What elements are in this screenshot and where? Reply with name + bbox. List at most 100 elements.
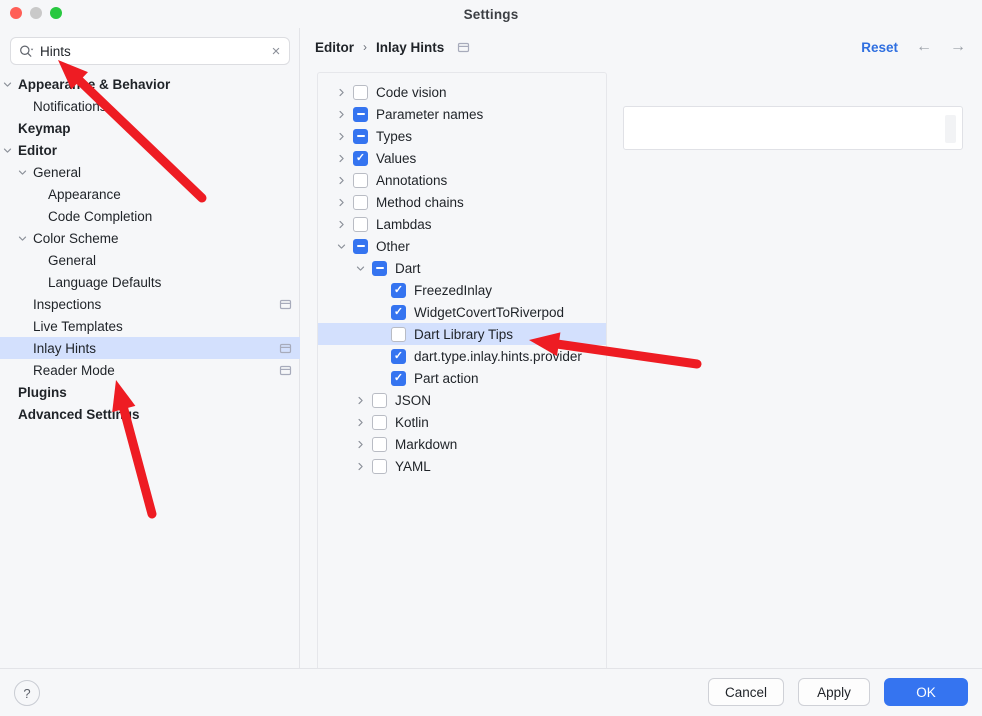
option-row-widgetcoverttoriverpod[interactable]: ✓WidgetCovertToRiverpod [318,301,606,323]
sidebar-item-general[interactable]: General [0,161,300,183]
sidebar-item-live-templates[interactable]: Live Templates [0,315,300,337]
chevron-right-icon[interactable] [353,411,367,433]
sidebar-item-general[interactable]: General [0,249,300,271]
chevron-right-icon[interactable] [334,213,348,235]
ok-button[interactable]: OK [884,678,968,706]
checkbox-off[interactable] [391,327,406,342]
cancel-button[interactable]: Cancel [708,678,784,706]
option-label: Other [376,239,410,254]
option-row-annotations[interactable]: Annotations [318,169,606,191]
chevron-down-icon[interactable] [15,161,29,183]
option-row-json[interactable]: JSON [318,389,606,411]
sidebar-item-editor[interactable]: Editor [0,139,300,161]
copy-settings-icon[interactable] [457,41,470,54]
chevron-right-icon[interactable] [334,103,348,125]
option-row-lambdas[interactable]: Lambdas [318,213,606,235]
option-row-dart[interactable]: Dart [318,257,606,279]
option-row-yaml[interactable]: YAML [318,455,606,477]
settings-category-tree: Appearance & BehaviorNotificationsKeymap… [0,73,300,425]
checkbox-off[interactable] [372,459,387,474]
close-window-button[interactable] [10,7,22,19]
checkbox-on[interactable]: ✓ [391,349,406,364]
forward-arrow-icon[interactable]: → [950,39,966,55]
checkbox-off[interactable] [372,393,387,408]
copy-settings-icon[interactable] [279,342,292,355]
checkbox-off[interactable] [353,217,368,232]
option-row-kotlin[interactable]: Kotlin [318,411,606,433]
checkbox-on[interactable]: ✓ [391,371,406,386]
search-field-wrapper[interactable]: × [10,37,290,65]
option-row-markdown[interactable]: Markdown [318,433,606,455]
copy-settings-icon[interactable] [279,298,292,311]
chevron-down-icon[interactable] [15,227,29,249]
option-row-part-action[interactable]: ✓Part action [318,367,606,389]
minimize-window-button[interactable] [30,7,42,19]
checkbox-ind[interactable] [353,107,368,122]
sidebar-item-appearance[interactable]: Appearance [0,183,300,205]
option-row-types[interactable]: Types [318,125,606,147]
chevron-down-icon[interactable] [0,139,14,161]
chevron-right-icon[interactable] [353,455,367,477]
checkbox-off[interactable] [372,437,387,452]
chevron-down-icon[interactable] [353,257,367,279]
sidebar-item-reader-mode[interactable]: Reader Mode [0,359,300,381]
zoom-window-button[interactable] [50,7,62,19]
preview-pane[interactable] [623,106,963,150]
option-label: FreezedInlay [414,283,492,298]
chevron-right-icon[interactable] [353,389,367,411]
breadcrumb: Editor › Inlay Hints [315,40,470,55]
checkbox-on[interactable]: ✓ [353,151,368,166]
sidebar-item-inlay-hints[interactable]: Inlay Hints [0,337,300,359]
checkbox-on[interactable]: ✓ [391,283,406,298]
sidebar-item-inspections[interactable]: Inspections [0,293,300,315]
window-title: Settings [464,7,519,22]
chevron-right-icon[interactable] [334,125,348,147]
option-row-dart-type-inlay-hints-provider[interactable]: ✓dart.type.inlay.hints.provider [318,345,606,367]
preview-scrollbar-thumb[interactable] [945,115,956,143]
copy-settings-icon[interactable] [279,364,292,377]
sidebar-item-code-completion[interactable]: Code Completion [0,205,300,227]
chevron-right-icon[interactable] [334,147,348,169]
chevron-right-icon[interactable] [353,433,367,455]
sidebar-item-notifications[interactable]: Notifications [0,95,300,117]
option-row-dart-library-tips[interactable]: Dart Library Tips [318,323,606,345]
sidebar-item-color-scheme[interactable]: Color Scheme [0,227,300,249]
sidebar-item-advanced-settings[interactable]: Advanced Settings [0,403,300,425]
option-row-method-chains[interactable]: Method chains [318,191,606,213]
checkbox-off[interactable] [372,415,387,430]
chevron-down-icon[interactable] [0,73,14,95]
option-row-code-vision[interactable]: Code vision [318,81,606,103]
breadcrumb-item-inlay-hints[interactable]: Inlay Hints [376,40,444,55]
help-button[interactable]: ? [14,680,40,706]
reset-button[interactable]: Reset [861,40,898,55]
apply-button[interactable]: Apply [798,678,870,706]
chevron-right-icon[interactable] [334,169,348,191]
clear-search-icon[interactable]: × [263,38,289,64]
chevron-right-icon[interactable] [334,191,348,213]
settings-main-panel: Editor › Inlay Hints Reset ← → Code visi… [301,28,982,668]
option-row-freezedinlay[interactable]: ✓ FreezedInlay [318,279,606,301]
checkbox-ind[interactable] [353,239,368,254]
chevron-right-icon[interactable] [334,81,348,103]
checkbox-off[interactable] [353,173,368,188]
checkbox-off[interactable] [353,85,368,100]
option-label: Markdown [395,437,457,452]
option-label: Kotlin [395,415,429,430]
traffic-light-buttons[interactable] [10,7,62,19]
option-label: Annotations [376,173,447,188]
option-row-values[interactable]: ✓Values [318,147,606,169]
checkbox-ind[interactable] [372,261,387,276]
option-row-parameter-names[interactable]: Parameter names [318,103,606,125]
back-arrow-icon[interactable]: ← [916,39,932,55]
option-row-other[interactable]: Other [318,235,606,257]
sidebar-item-plugins[interactable]: Plugins [0,381,300,403]
chevron-down-icon[interactable] [334,235,348,257]
checkbox-off[interactable] [353,195,368,210]
sidebar-item-language-defaults[interactable]: Language Defaults [0,271,300,293]
checkbox-ind[interactable] [353,129,368,144]
breadcrumb-item-editor[interactable]: Editor [315,40,354,55]
search-input[interactable] [38,44,263,59]
checkbox-on[interactable]: ✓ [391,305,406,320]
sidebar-item-appearance-behavior[interactable]: Appearance & Behavior [0,73,300,95]
sidebar-item-keymap[interactable]: Keymap [0,117,300,139]
